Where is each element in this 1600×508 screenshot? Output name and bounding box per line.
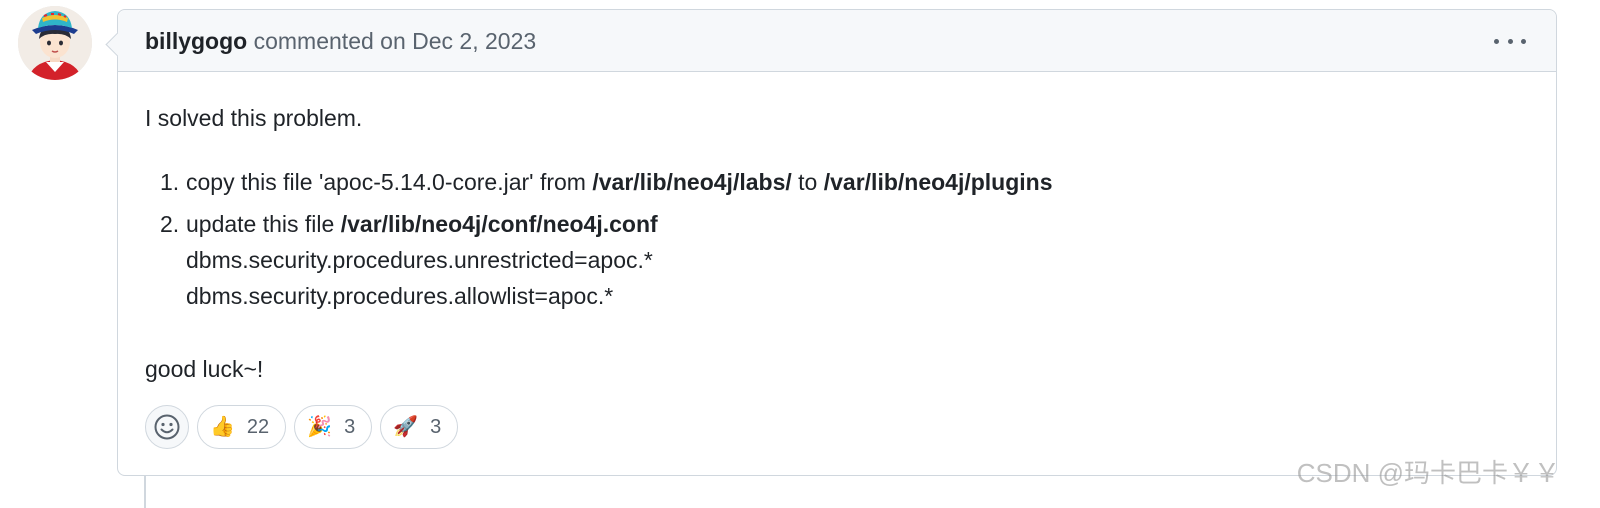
menu-dot <box>1507 38 1513 44</box>
step-text: to <box>791 169 824 195</box>
page: billygogo commented on Dec 2, 2023 I sol… <box>0 0 1600 508</box>
watermark: CSDN @玛卡巴卡￥￥ <box>1296 458 1560 488</box>
add-reaction-button[interactable] <box>145 405 189 449</box>
intro-paragraph: I solved this problem. <box>145 105 363 131</box>
reaction-hooray-button[interactable]: 🎉 3 <box>294 405 373 449</box>
step-text: update this file <box>186 211 341 237</box>
avatar[interactable] <box>18 6 92 80</box>
author-link[interactable]: billygogo <box>145 28 247 54</box>
thumbs-up-icon: 👍 <box>210 416 235 438</box>
path-conf: /var/lib/neo4j/conf/neo4j.conf <box>340 211 658 237</box>
steps-list: 1. copy this file 'apoc-5.14.0-core.jar'… <box>145 164 1053 314</box>
reaction-count: 22 <box>246 415 270 438</box>
rocket-icon: 🚀 <box>393 416 419 438</box>
path-plugins: /var/lib/neo4j/plugins <box>823 169 1053 195</box>
menu-dot <box>1494 38 1499 44</box>
outro-paragraph: good luck~! <box>145 356 264 382</box>
comment-meta: billygogo commented on Dec 2, 2023 <box>145 27 536 55</box>
step-text: copy this file 'apoc-5.14.0-core.jar' fr… <box>186 169 593 195</box>
comment-box: billygogo commented on Dec 2, 2023 I sol… <box>117 9 1557 476</box>
reaction-count: 3 <box>344 415 356 438</box>
action-text: commented on <box>253 28 406 54</box>
list-item: 1. copy this file 'apoc-5.14.0-core.jar'… <box>145 164 1053 200</box>
party-popper-icon: 🎉 <box>307 416 333 438</box>
reactions-bar: 👍 22 🎉 3 🚀 3 <box>145 405 459 449</box>
list-number: 2. <box>160 211 180 237</box>
smiley-icon <box>154 414 180 440</box>
menu-dot <box>1521 38 1526 44</box>
path-labs: /var/lib/neo4j/labs/ <box>592 169 792 195</box>
reaction-thumbs-up-button[interactable]: 👍 22 <box>197 405 287 449</box>
reaction-count: 3 <box>430 415 442 438</box>
config-line: dbms.security.procedures.allowlist=apoc.… <box>186 283 614 309</box>
kebab-horizontal-icon[interactable] <box>1494 32 1526 50</box>
list-number: 1. <box>160 169 180 195</box>
avatar-illustration <box>18 6 92 80</box>
config-line: dbms.security.procedures.unrestricted=ap… <box>186 247 653 273</box>
comment-header: billygogo commented on Dec 2, 2023 <box>118 10 1556 72</box>
list-item: 2. update this file /var/lib/neo4j/conf/… <box>145 206 1053 314</box>
reaction-rocket-button[interactable]: 🚀 3 <box>380 405 459 449</box>
comment-date-link[interactable]: Dec 2, 2023 <box>412 28 536 54</box>
